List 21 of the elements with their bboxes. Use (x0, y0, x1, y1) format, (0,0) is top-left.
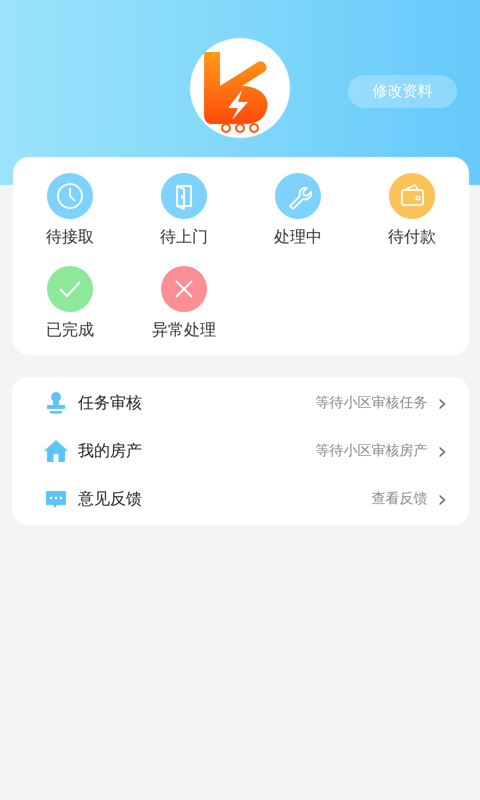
order-status-button[interactable]: 待接取 (13, 173, 127, 248)
menu-row[interactable]: 任务审核 等待小区审核任务 › (12, 379, 469, 427)
house-icon (44, 439, 68, 463)
order-status-button[interactable]: 处理中 (241, 173, 355, 248)
menu-status: 等待小区审核房产 (315, 442, 428, 460)
menu-label: 我的房产 (78, 440, 143, 462)
chevron-icon: › (437, 487, 447, 511)
menu-status: 等待小区审核任务 (315, 394, 428, 412)
menu-label: 任务审核 (78, 392, 143, 414)
order-status-button[interactable]: 异常处理 (127, 266, 241, 341)
order-status-button[interactable]: 已完成 (13, 266, 127, 341)
menu-label: 意见反馈 (78, 488, 143, 510)
menu-status: 查看反馈 (371, 490, 428, 508)
order-status-button[interactable]: 待付款 (355, 173, 469, 248)
chevron-icon: › (437, 391, 447, 415)
chevron-icon: › (437, 439, 447, 463)
order-status-button[interactable]: 待上门 (127, 173, 241, 248)
stamp-icon (45, 391, 67, 415)
chat-icon (45, 489, 67, 509)
menu-row[interactable]: 我的房产 等待小区审核房产 › (12, 427, 469, 475)
menu-row[interactable]: 意见反馈 查看反馈 › (12, 475, 469, 523)
